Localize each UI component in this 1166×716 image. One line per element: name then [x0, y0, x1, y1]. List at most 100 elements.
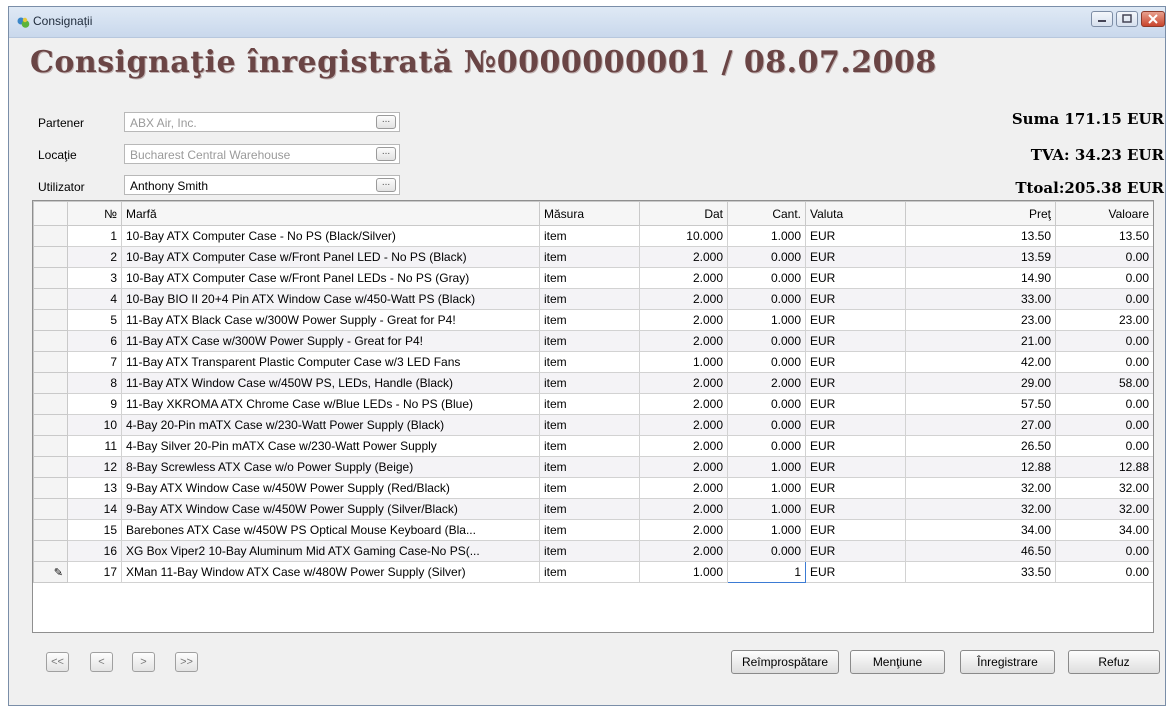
row-selector[interactable]: [33, 246, 68, 268]
cell-unit[interactable]: item: [539, 498, 640, 520]
cell-value[interactable]: 0.00: [1055, 267, 1153, 289]
cell-unit[interactable]: item: [539, 330, 640, 352]
cell-nr[interactable]: 9: [67, 393, 122, 415]
cell-price[interactable]: 12.88: [905, 456, 1056, 478]
minimize-button[interactable]: [1091, 11, 1113, 27]
cell-nr[interactable]: 5: [67, 309, 122, 331]
cell-given[interactable]: 2.000: [639, 435, 728, 457]
cell-currency[interactable]: EUR: [805, 540, 906, 562]
cell-price[interactable]: 14.90: [905, 267, 1056, 289]
cell-unit[interactable]: item: [539, 435, 640, 457]
cell-unit[interactable]: item: [539, 456, 640, 478]
col-header-quantity[interactable]: Cant.: [727, 201, 806, 226]
cell-given[interactable]: 2.000: [639, 456, 728, 478]
row-selector[interactable]: [33, 477, 68, 499]
row-selector[interactable]: [33, 540, 68, 562]
cell-currency[interactable]: EUR: [805, 330, 906, 352]
cell-value[interactable]: 32.00: [1055, 498, 1153, 520]
cell-price[interactable]: 57.50: [905, 393, 1056, 415]
cell-value[interactable]: 0.00: [1055, 351, 1153, 373]
table-row[interactable]: 12 8-Bay Screwless ATX Case w/o Power Sup…: [33, 456, 1153, 478]
cell-given[interactable]: 2.000: [639, 498, 728, 520]
col-header-price[interactable]: Preţ: [905, 201, 1056, 226]
cell-nr[interactable]: 6: [67, 330, 122, 352]
table-row[interactable]: ✎ 17 XMan 11-Bay Window ATX Case w/480W Po…: [33, 561, 1153, 583]
cell-price[interactable]: 21.00: [905, 330, 1056, 352]
cell-quantity[interactable]: 1.000: [727, 498, 806, 520]
cell-value[interactable]: 0.00: [1055, 288, 1153, 310]
quantity-edit-input[interactable]: 1: [727, 561, 806, 583]
col-header-given[interactable]: Dat: [639, 201, 728, 226]
cell-value[interactable]: 34.00: [1055, 519, 1153, 541]
cell-price[interactable]: 29.00: [905, 372, 1056, 394]
cell-quantity[interactable]: 2.000: [727, 372, 806, 394]
cell-unit[interactable]: item: [539, 372, 640, 394]
cell-product[interactable]: Barebones ATX Case w/450W PS Optical Mou…: [121, 519, 540, 541]
cell-quantity[interactable]: 0.000: [727, 540, 806, 562]
cell-price[interactable]: 46.50: [905, 540, 1056, 562]
cell-value[interactable]: 0.00: [1055, 393, 1153, 415]
cell-nr[interactable]: 4: [67, 288, 122, 310]
cell-product[interactable]: 10-Bay ATX Computer Case - No PS (Black/…: [121, 225, 540, 247]
row-selector[interactable]: [33, 288, 68, 310]
table-row[interactable]: 1 10-Bay ATX Computer Case - No PS (Black…: [33, 225, 1153, 247]
cell-value[interactable]: 0.00: [1055, 414, 1153, 436]
cell-price[interactable]: 33.50: [905, 561, 1056, 583]
table-row[interactable]: 4 10-Bay BIO II 20+4 Pin ATX Window Case …: [33, 288, 1153, 310]
row-selector[interactable]: [33, 351, 68, 373]
cell-unit[interactable]: item: [539, 267, 640, 289]
col-header-nr[interactable]: №: [67, 201, 122, 226]
cell-given[interactable]: 2.000: [639, 372, 728, 394]
refuse-button[interactable]: Refuz: [1068, 650, 1160, 674]
cell-product[interactable]: 11-Bay ATX Case w/300W Power Supply - Gr…: [121, 330, 540, 352]
cell-currency[interactable]: EUR: [805, 372, 906, 394]
cell-product[interactable]: 9-Bay ATX Window Case w/450W Power Suppl…: [121, 477, 540, 499]
table-row[interactable]: 3 10-Bay ATX Computer Case w/Front Panel …: [33, 267, 1153, 289]
cell-product[interactable]: 4-Bay Silver 20-Pin mATX Case w/230-Watt…: [121, 435, 540, 457]
row-selector[interactable]: [33, 372, 68, 394]
cell-quantity[interactable]: 1.000: [727, 519, 806, 541]
prev-page-button[interactable]: <: [90, 652, 113, 672]
cell-given[interactable]: 1.000: [639, 561, 728, 583]
cell-unit[interactable]: item: [539, 225, 640, 247]
cell-given[interactable]: 2.000: [639, 477, 728, 499]
cell-given[interactable]: 2.000: [639, 288, 728, 310]
cell-nr[interactable]: 10: [67, 414, 122, 436]
user-browse-button[interactable]: ...: [376, 178, 396, 192]
row-selector[interactable]: ✎: [33, 561, 68, 583]
cell-nr[interactable]: 15: [67, 519, 122, 541]
cell-price[interactable]: 23.00: [905, 309, 1056, 331]
partner-field[interactable]: ABX Air, Inc. ...: [124, 112, 400, 132]
cell-given[interactable]: 2.000: [639, 309, 728, 331]
cell-given[interactable]: 2.000: [639, 267, 728, 289]
refresh-button[interactable]: Reîmprospătare: [731, 650, 839, 674]
row-selector[interactable]: [33, 309, 68, 331]
cell-nr[interactable]: 2: [67, 246, 122, 268]
cell-value[interactable]: 23.00: [1055, 309, 1153, 331]
cell-product[interactable]: XMan 11-Bay Window ATX Case w/480W Power…: [121, 561, 540, 583]
location-browse-button[interactable]: ...: [376, 147, 396, 161]
cell-value[interactable]: 0.00: [1055, 435, 1153, 457]
cell-value[interactable]: 0.00: [1055, 246, 1153, 268]
last-page-button[interactable]: >>: [175, 652, 198, 672]
cell-nr[interactable]: 17: [67, 561, 122, 583]
table-row[interactable]: 15 Barebones ATX Case w/450W PS Optical M…: [33, 519, 1153, 541]
cell-price[interactable]: 27.00: [905, 414, 1056, 436]
cell-currency[interactable]: EUR: [805, 477, 906, 499]
col-header-product[interactable]: Marfă: [121, 201, 540, 226]
cell-quantity[interactable]: 1.000: [727, 456, 806, 478]
col-header-unit[interactable]: Măsura: [539, 201, 640, 226]
cell-price[interactable]: 26.50: [905, 435, 1056, 457]
cell-nr[interactable]: 11: [67, 435, 122, 457]
cell-currency[interactable]: EUR: [805, 498, 906, 520]
cell-product[interactable]: 9-Bay ATX Window Case w/450W Power Suppl…: [121, 498, 540, 520]
cell-nr[interactable]: 3: [67, 267, 122, 289]
cell-currency[interactable]: EUR: [805, 414, 906, 436]
cell-product[interactable]: 10-Bay ATX Computer Case w/Front Panel L…: [121, 246, 540, 268]
cell-nr[interactable]: 13: [67, 477, 122, 499]
cell-nr[interactable]: 12: [67, 456, 122, 478]
cell-given[interactable]: 1.000: [639, 351, 728, 373]
cell-given[interactable]: 2.000: [639, 393, 728, 415]
row-selector[interactable]: [33, 267, 68, 289]
cell-product[interactable]: 11-Bay ATX Black Case w/300W Power Suppl…: [121, 309, 540, 331]
